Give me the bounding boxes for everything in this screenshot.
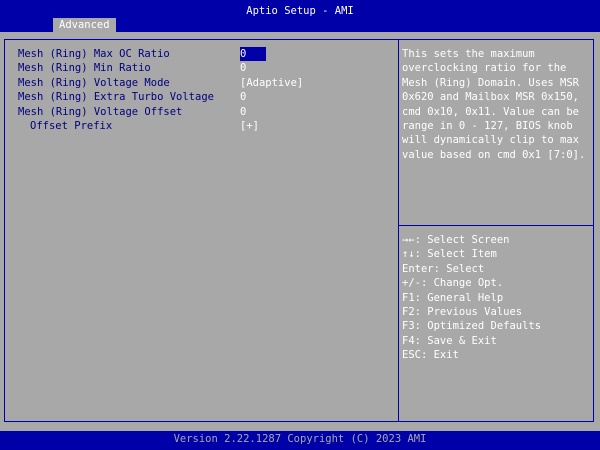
help-line: will dynamically clip to max: [402, 134, 580, 147]
setting-label: Offset Prefix: [30, 119, 113, 132]
key-hint: F2: Previous Values: [402, 305, 523, 318]
key-hint: F1: General Help: [402, 291, 504, 304]
version-text: Version 2.22.1287 Copyright (C) 2023 AMI: [173, 433, 427, 445]
help-line: value based on cmd 0x1 [7:0].: [402, 148, 586, 161]
setting-label: Mesh (Ring) Extra Turbo Voltage: [18, 91, 214, 104]
setting-value[interactable]: [+]: [240, 119, 259, 133]
setting-value[interactable]: 0: [240, 90, 246, 104]
key-hint: →←: Select Screen: [402, 234, 510, 246]
help-line: cmd 0x10, 0x11. Value can be: [402, 105, 580, 118]
setting-value[interactable]: 0: [240, 105, 246, 119]
help-line: 0x620 and Mailbox MSR 0x150,: [402, 91, 580, 104]
key-hint: ESC: Exit: [402, 349, 459, 362]
help-line: overclocking ratio for the: [402, 62, 567, 75]
help-divider: [398, 225, 594, 226]
title-bar: Aptio Setup - AMI Advanced: [0, 0, 600, 32]
status-bar: Version 2.22.1287 Copyright (C) 2023 AMI: [0, 431, 600, 450]
key-hint: +/-: Change Opt.: [402, 277, 504, 290]
key-hint: ↑↓: Select Item: [402, 248, 497, 261]
setting-label: Mesh (Ring) Voltage Mode: [18, 76, 170, 89]
help-line: This sets the maximum: [402, 48, 535, 60]
tab-advanced[interactable]: Advanced: [53, 18, 116, 32]
help-line: Mesh (Ring) Domain. Uses MSR: [402, 76, 580, 89]
help-text: This sets the maximum overclocking ratio…: [402, 47, 590, 162]
setting-label: Mesh (Ring) Min Ratio: [18, 62, 151, 75]
panel-divider: [398, 39, 399, 422]
key-hint: Enter: Select: [402, 262, 485, 275]
key-hint: F3: Optimized Defaults: [402, 320, 542, 333]
setting-value[interactable]: 0: [240, 61, 246, 75]
help-line: range in 0 - 127, BIOS knob: [402, 119, 573, 132]
setting-label: Mesh (Ring) Max OC Ratio: [18, 48, 170, 60]
setting-value-input[interactable]: 0: [240, 47, 267, 61]
key-legend: →←: Select Screen ↑↓: Select Item Enter:…: [402, 233, 590, 363]
setting-label: Mesh (Ring) Voltage Offset: [18, 105, 183, 118]
window-title: Aptio Setup - AMI: [246, 5, 354, 17]
key-hint: F4: Save & Exit: [402, 334, 497, 347]
setting-value[interactable]: [Adaptive]: [240, 76, 303, 90]
